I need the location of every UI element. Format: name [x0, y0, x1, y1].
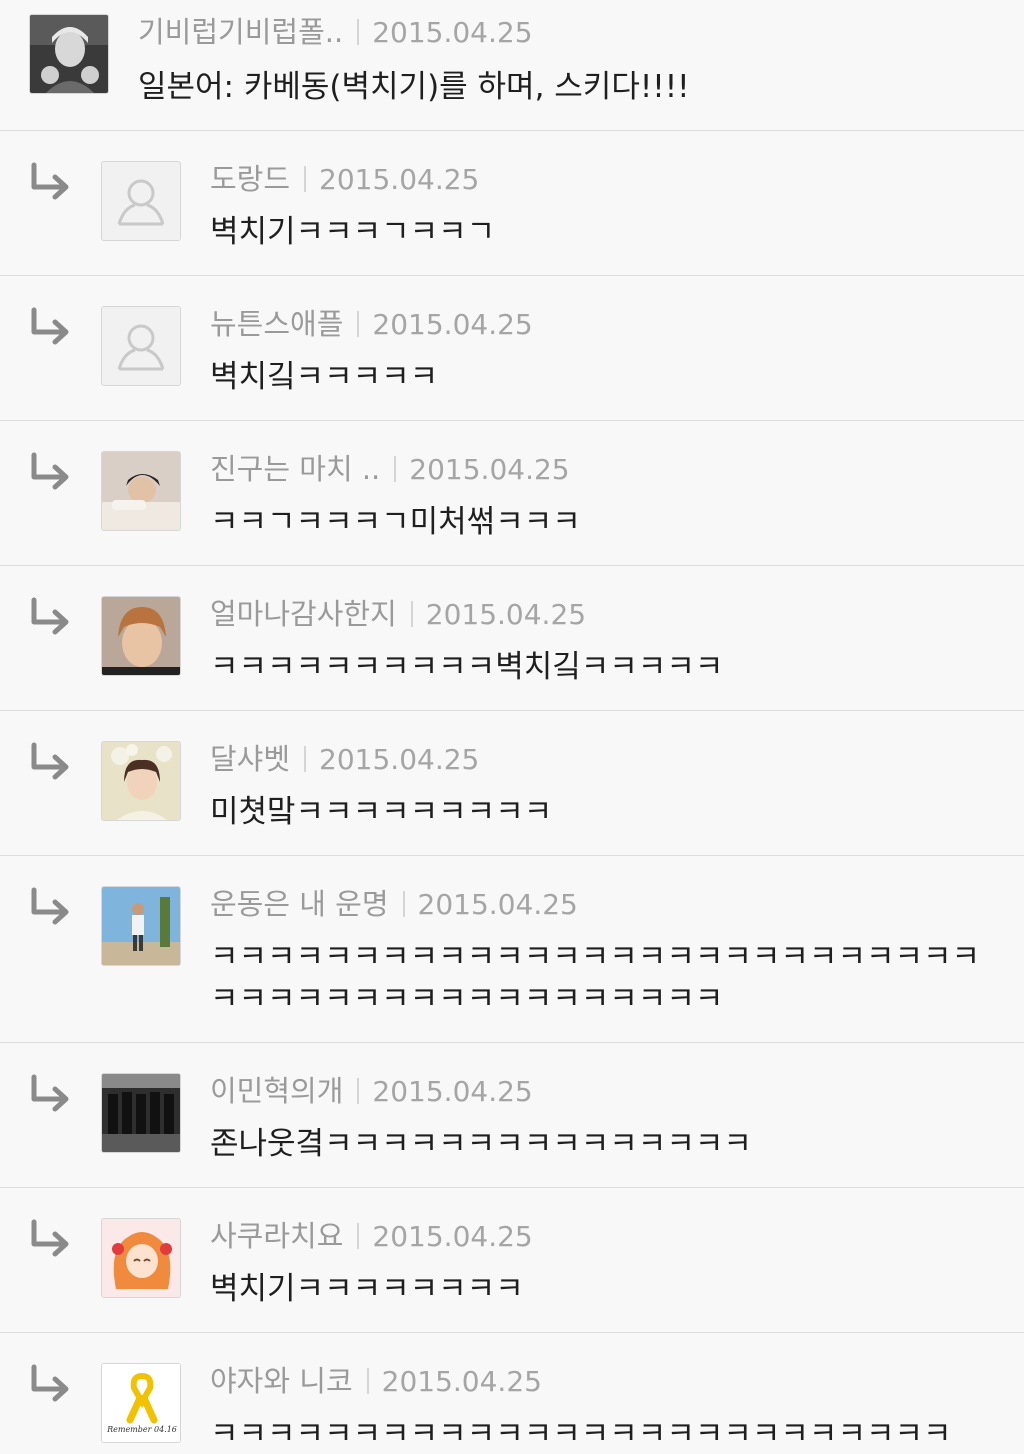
default-avatar-icon[interactable]: [101, 306, 181, 386]
username[interactable]: 진구는 마치 ..: [210, 452, 380, 486]
avatar[interactable]: [29, 14, 109, 94]
username[interactable]: 얼마나감사한지: [210, 597, 397, 631]
reply-item: 진구는 마치 .. 2015.04.25 ㅋㅋㄱㅋㅋㅋㄱ미처썪ㅋㅋㅋ: [0, 421, 1024, 566]
comment-meta: 이민혁의개 2015.04.25: [210, 1073, 533, 1110]
avatar[interactable]: [101, 1073, 181, 1153]
comment-meta: 사쿠라치요 2015.04.25: [210, 1218, 533, 1255]
reply-item: 얼마나감사한지 2015.04.25 ㅋㅋㅋㅋㅋㅋㅋㅋㅋㅋ벽치깈ㅋㅋㅋㅋㅋ: [0, 566, 1024, 711]
divider: [366, 1368, 369, 1394]
comment-meta: 뉴튼스애플 2015.04.25: [210, 306, 533, 343]
timestamp: 2015.04.25: [372, 1075, 533, 1108]
username[interactable]: 사쿠라치요: [210, 1219, 343, 1253]
timestamp: 2015.04.25: [372, 308, 533, 341]
divider: [357, 19, 360, 45]
username[interactable]: 기비럽기비럽폴..: [138, 15, 343, 49]
default-avatar-icon[interactable]: [101, 161, 181, 241]
comment-meta: 도랑드 2015.04.25: [210, 161, 479, 198]
comment-thread: 기비럽기비럽폴.. 2015.04.25 일본어: 카베동(벽치기)를 하며, 스…: [0, 0, 1024, 1454]
reply-arrow-icon: [31, 887, 69, 925]
reply-item: 이민혁의개 2015.04.25 존나웃곀ㅋㅋㅋㅋㅋㅋㅋㅋㅋㅋㅋㅋㅋㅋㅋ: [0, 1043, 1024, 1188]
comment-text: 벽치깈ㅋㅋㅋㅋㅋ: [210, 359, 439, 395]
avatar[interactable]: Remember 04.16: [101, 1363, 181, 1443]
reply-arrow-icon: [31, 597, 69, 635]
comment-meta: 기비럽기비럽폴.. 2015.04.25: [138, 14, 533, 51]
divider: [304, 166, 307, 192]
avatar[interactable]: [101, 596, 181, 676]
divider: [410, 601, 413, 627]
reply-arrow-icon: [31, 1074, 69, 1112]
comment-text: ㅋㅋㄱㅋㅋㅋㄱ미처썪ㅋㅋㅋ: [210, 504, 581, 540]
comment-meta: 달샤벳 2015.04.25: [210, 741, 479, 778]
reply-item: Remember 04.16 야자와 니코 2015.04.25 ㅋㅋㅋㅋㅋㅋㅋㅋ…: [0, 1333, 1024, 1453]
divider: [357, 1223, 360, 1249]
reply-arrow-icon: [31, 742, 69, 780]
username[interactable]: 뉴튼스애플: [210, 307, 343, 341]
reply-item: 뉴튼스애플 2015.04.25 벽치깈ㅋㅋㅋㅋㅋ: [0, 276, 1024, 421]
timestamp: 2015.04.25: [319, 743, 480, 776]
comment-text: 존나웃곀ㅋㅋㅋㅋㅋㅋㅋㅋㅋㅋㅋㅋㅋㅋㅋ: [210, 1126, 752, 1162]
comment-meta: 운동은 내 운명 2015.04.25: [210, 886, 578, 923]
username[interactable]: 달샤벳: [210, 742, 290, 776]
reply-arrow-icon: [31, 1219, 69, 1257]
comment-text: 일본어: 카베동(벽치기)를 하며, 스키다!!!!: [138, 69, 690, 105]
username[interactable]: 야자와 니코: [210, 1364, 353, 1398]
comment-text: 미쳣맠ㅋㅋㅋㅋㅋㅋㅋㅋㅋ: [210, 794, 553, 830]
avatar[interactable]: [101, 1218, 181, 1298]
reply-arrow-icon: [31, 1364, 69, 1402]
comment-meta: 진구는 마치 .. 2015.04.25: [210, 451, 570, 488]
reply-arrow-icon: [31, 162, 69, 200]
username[interactable]: 도랑드: [210, 162, 290, 196]
timestamp: 2015.04.25: [372, 16, 533, 49]
comment-text: ㅋㅋㅋㅋㅋㅋㅋㅋㅋㅋㅋㅋㅋㅋㅋㅋㅋㅋㅋㅋㅋㅋㅋㅋㅋㅋㅋㅋㅋㅋㅋㅋㅋㅋㅋㅋㅋㅋㅋㅋ…: [210, 939, 981, 1017]
divider: [394, 456, 397, 482]
reply-arrow-icon: [31, 452, 69, 490]
comment-text: 벽치기ㅋㅋㅋㄱㅋㅋㄱ: [210, 214, 496, 250]
reply-item: 달샤벳 2015.04.25 미쳣맠ㅋㅋㅋㅋㅋㅋㅋㅋㅋ: [0, 711, 1024, 856]
avatar-caption: Remember 04.16: [106, 1425, 177, 1434]
comment-item: 기비럽기비럽폴.. 2015.04.25 일본어: 카베동(벽치기)를 하며, 스…: [0, 0, 1024, 131]
timestamp: 2015.04.25: [409, 453, 570, 486]
timestamp: 2015.04.25: [417, 888, 578, 921]
timestamp: 2015.04.25: [372, 1220, 533, 1253]
comment-text: 벽치기ㅋㅋㅋㅋㅋㅋㅋㅋ: [210, 1271, 524, 1307]
avatar[interactable]: [101, 451, 181, 531]
reply-arrow-icon: [31, 307, 69, 345]
avatar[interactable]: [101, 886, 181, 966]
timestamp: 2015.04.25: [381, 1365, 542, 1398]
comment-meta: 야자와 니코 2015.04.25: [210, 1363, 542, 1400]
divider: [402, 891, 405, 917]
reply-item: 도랑드 2015.04.25 벽치기ㅋㅋㅋㄱㅋㅋㄱ: [0, 131, 1024, 276]
avatar[interactable]: [101, 741, 181, 821]
comment-text: ㅋㅋㅋㅋㅋㅋㅋㅋㅋㅋ벽치깈ㅋㅋㅋㅋㅋ: [210, 649, 724, 685]
reply-item: 사쿠라치요 2015.04.25 벽치기ㅋㅋㅋㅋㅋㅋㅋㅋ: [0, 1188, 1024, 1333]
username[interactable]: 운동은 내 운명: [210, 887, 389, 921]
divider: [357, 311, 360, 337]
divider: [304, 746, 307, 772]
username[interactable]: 이민혁의개: [210, 1074, 343, 1108]
timestamp: 2015.04.25: [319, 163, 480, 196]
divider: [357, 1078, 360, 1104]
timestamp: 2015.04.25: [425, 598, 587, 631]
comment-text: ㅋㅋㅋㅋㅋㅋㅋㅋㅋㅋㅋㅋㅋㅋㅋㅋㅋㅋㅋㅋㅋㅋㅋㅋㅋㅋ: [210, 1416, 952, 1452]
comment-meta: 얼마나감사한지 2015.04.25: [210, 596, 586, 633]
reply-item: 운동은 내 운명 2015.04.25 ㅋㅋㅋㅋㅋㅋㅋㅋㅋㅋㅋㅋㅋㅋㅋㅋㅋㅋㅋㅋㅋ…: [0, 856, 1024, 1043]
